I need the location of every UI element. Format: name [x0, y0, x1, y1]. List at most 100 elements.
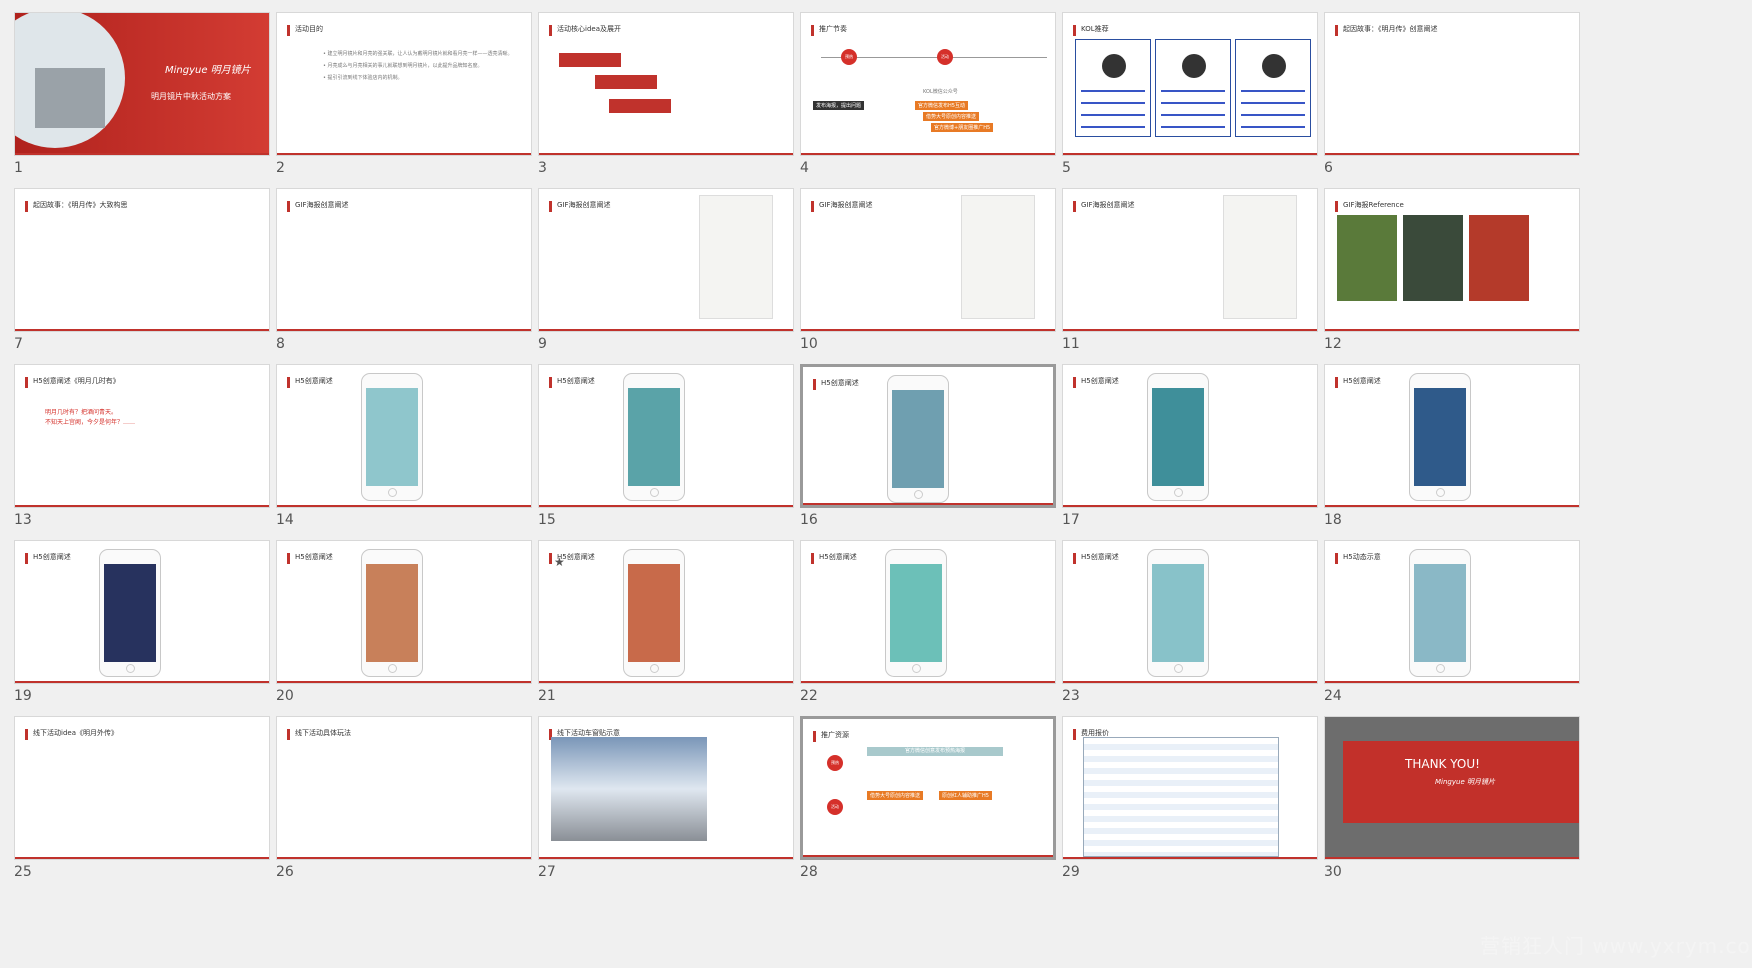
kol-info-bar	[1161, 90, 1225, 92]
slide-number: 24	[1324, 688, 1342, 704]
slide-cell: 起因故事：《明月传》创意阐述 6	[1310, 0, 1580, 190]
slide-number: 11	[1062, 336, 1080, 352]
slide-thumbnail[interactable]: THANK YOU! Mingyue 明月镜片	[1324, 716, 1580, 860]
phone-screen	[1414, 388, 1466, 486]
slide-cell: H5动态示意 24	[1310, 528, 1580, 718]
slide-thumbnail[interactable]: 推广资源 官方微信创意发布预热海报 预热 活动 借势大号原创内容推送 原创红人辅助推广H5	[800, 716, 1056, 860]
slide-number: 1	[14, 160, 23, 176]
phone-screen	[890, 564, 942, 662]
watermark: 营销狂人门 www.yxrym.com	[1480, 934, 1752, 958]
slide-accent-line	[15, 505, 269, 507]
idea-box	[609, 99, 671, 113]
slide-number: 29	[1062, 864, 1080, 880]
home-button	[1436, 664, 1445, 673]
slide-thumbnail[interactable]: H5创意阐述《明月几时有》 明月几时有？把酒问青天。 不知天上宫阙，今夕是何年？……	[14, 364, 270, 508]
promo-tag: 官方微信发布H5互动	[915, 101, 968, 110]
title-marker	[1073, 201, 1076, 212]
phone-mockup	[1409, 549, 1471, 677]
slide-thumbnail[interactable]: 起因故事：《明月传》大致构思	[14, 188, 270, 332]
slide-title: H5创意阐述	[1081, 377, 1119, 385]
slide-number: 23	[1062, 688, 1080, 704]
slide-number: 15	[538, 512, 556, 528]
slide-title: 线下活动idea《明月外传》	[33, 729, 118, 737]
slide-thumbnail[interactable]: 起因故事：《明月传》创意阐述	[1324, 12, 1580, 156]
slide-thumbnail[interactable]: 线下活动idea《明月外传》	[14, 716, 270, 860]
phone-screen	[1152, 388, 1204, 486]
slide-accent-line	[803, 503, 1053, 505]
slide-thumbnail[interactable]: GIF海报创意阐述	[276, 188, 532, 332]
slide-title: H5创意阐述	[1081, 553, 1119, 561]
slide-accent-line	[277, 681, 531, 683]
event-button: 活动	[937, 49, 953, 65]
slide-accent-line	[539, 505, 793, 507]
title-marker	[25, 377, 28, 388]
title-marker	[1335, 201, 1338, 212]
title-marker	[549, 377, 552, 388]
resource-banner: 官方微信创意发布预热海报	[867, 747, 1003, 756]
slide-thumbnail[interactable]: H5创意阐述	[1062, 364, 1318, 508]
slide-title: H5创意阐述	[295, 377, 333, 385]
kol-card	[1235, 39, 1311, 137]
slide-thumbnail[interactable]: H5创意阐述	[1324, 364, 1580, 508]
slide-accent-line	[801, 329, 1055, 331]
slide-title: 推广节奏	[819, 25, 847, 33]
phone-screen	[1152, 564, 1204, 662]
slide-thumbnail[interactable]: Mingyue 明月镜片 明月镜片中秋活动方案	[14, 12, 270, 156]
slide-number: 17	[1062, 512, 1080, 528]
slide-number: 30	[1324, 864, 1342, 880]
poster-tag: 发布海报，提出问题	[813, 101, 865, 110]
poem-line: 不知天上宫阙，今夕是何年？……	[45, 419, 136, 426]
promo-tag: 借势大号原创内容推送	[867, 791, 924, 800]
title-marker	[25, 553, 28, 564]
reference-art	[1469, 215, 1529, 301]
slide-thumbnail[interactable]: H5创意阐述	[800, 364, 1056, 508]
slide-number: 3	[538, 160, 547, 176]
slide-thumbnail[interactable]: H5创意阐述	[14, 540, 270, 684]
slide-thumbnail[interactable]: H5创意阐述	[276, 364, 532, 508]
slide-thumbnail[interactable]: GIF海报创意阐述	[800, 188, 1056, 332]
slide-thumbnail[interactable]: H5创意阐述	[1062, 540, 1318, 684]
title-marker	[25, 201, 28, 212]
title-marker	[549, 553, 552, 564]
slide-number: 4	[800, 160, 809, 176]
slide-thumbnail[interactable]: 线下活动车窗贴示意	[538, 716, 794, 860]
slide-accent-line	[803, 855, 1053, 857]
slide-cell: H5创意阐述 14	[262, 352, 532, 542]
slide-thumbnail[interactable]: GIF海报创意阐述	[1062, 188, 1318, 332]
slide-accent-line	[1063, 857, 1317, 859]
slide-thumbnail[interactable]: H5创意阐述	[538, 540, 794, 684]
slide-thumbnail[interactable]: GIF海报Reference	[1324, 188, 1580, 332]
slide-title: 活动核心idea及展开	[557, 25, 621, 33]
slide-number: 5	[1062, 160, 1071, 176]
slide-thumbnail[interactable]: 活动核心idea及展开	[538, 12, 794, 156]
slide-thumbnail[interactable]: H5创意阐述	[800, 540, 1056, 684]
title-marker	[287, 553, 290, 564]
idea-box	[559, 53, 621, 67]
slide-thumbnail[interactable]: H5创意阐述	[276, 540, 532, 684]
kol-info-bar	[1081, 114, 1145, 116]
kol-info-bar	[1241, 90, 1305, 92]
slide-title: 起因故事：《明月传》大致构思	[33, 201, 128, 209]
title-marker	[1073, 377, 1076, 388]
slide-thumbnail[interactable]: 线下活动具体玩法	[276, 716, 532, 860]
slide-number: 26	[276, 864, 294, 880]
kol-info-bar	[1081, 102, 1145, 104]
slide-thumbnail[interactable]: 推广节奏 预热 活动 KOL微信公众号 发布海报，提出问题 官方微信发布H5互动 借势大号原…	[800, 12, 1056, 156]
phone-screen	[892, 390, 944, 488]
price-table	[1083, 737, 1279, 857]
slide-thumbnail[interactable]: H5动态示意	[1324, 540, 1580, 684]
slide-thumbnail[interactable]: 活动目的 • 建立明月镜片和月亮的强关联，让人认为戴明月镜片就和看月亮一样——透亮…	[276, 12, 532, 156]
slide-number: 28	[800, 864, 818, 880]
slide-thumbnail[interactable]: H5创意阐述	[538, 364, 794, 508]
title-marker	[25, 729, 28, 740]
slide-cell: 推广节奏 预热 活动 KOL微信公众号 发布海报，提出问题 官方微信发布H5互动 借势大号原…	[786, 0, 1056, 190]
slide-number: 25	[14, 864, 32, 880]
slide-thumbnail[interactable]: GIF海报创意阐述	[538, 188, 794, 332]
bullet-text: • 建立明月镜片和月亮的强关联，让人认为戴明月镜片就和看月亮一样——透亮清晰。	[323, 51, 513, 57]
slide-title: H5创意阐述	[557, 377, 595, 385]
slide-thumbnail[interactable]: 费用报价	[1062, 716, 1318, 860]
slide-thumbnail[interactable]: KOL推荐	[1062, 12, 1318, 156]
kol-avatar	[1262, 54, 1286, 78]
title-marker	[1335, 377, 1338, 388]
title-marker	[811, 553, 814, 564]
